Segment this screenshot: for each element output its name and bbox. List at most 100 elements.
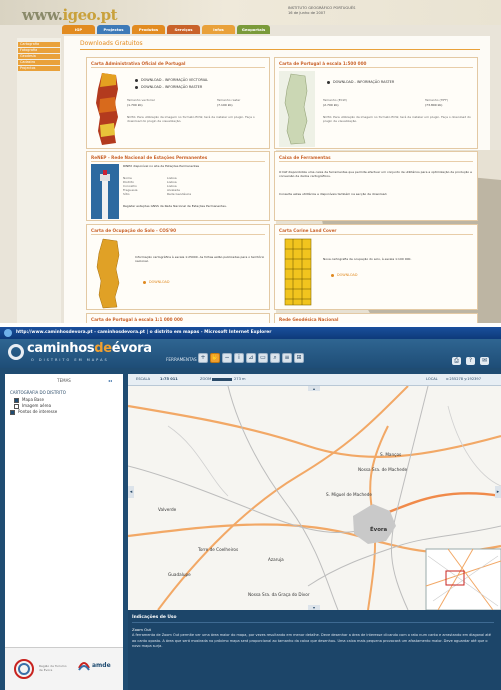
pan-icon[interactable]: ✋ bbox=[210, 353, 220, 363]
card-divider bbox=[279, 234, 473, 235]
tools-text: O IGP disponibiliza uma caixa de ferrame… bbox=[279, 170, 472, 178]
amde-logo-icon[interactable] bbox=[77, 658, 91, 672]
tab-igp[interactable]: IGP bbox=[62, 25, 95, 34]
zoom-bar bbox=[212, 378, 232, 381]
landcover-text: Nova cartografia de ocupação do solo, à … bbox=[323, 257, 412, 261]
renep-value[interactable]: Rede Geodésica bbox=[167, 192, 191, 196]
card-landcover: Carta Corine Land Cover Nova cartografia… bbox=[274, 224, 478, 310]
measure-icon[interactable]: ⊿ bbox=[246, 353, 256, 363]
card-caop: Carta Administrativa Oficial de Portugal… bbox=[86, 57, 270, 149]
card-carta-500k: Carta de Portugal à escala 1:500 000 DOW… bbox=[274, 57, 478, 149]
village-label: Nossa Sra. da Graça do Divor bbox=[248, 592, 310, 597]
evora-screenshot: http://www.caminhosdevora.pt - caminhosd… bbox=[0, 327, 501, 690]
tourism-logo-text: Região de Turismo de Évora bbox=[39, 664, 67, 672]
layer-mapa-base[interactable]: Mapa Base bbox=[14, 397, 44, 403]
logo-main: igeo.pt bbox=[62, 6, 118, 24]
layer-imagem-aerea[interactable]: Imagem aérea bbox=[14, 403, 51, 409]
village-label: Valverde bbox=[158, 507, 177, 512]
partner-logos: Região de Turismo de Évora amde bbox=[5, 647, 123, 690]
logo-subtitle: O DISTRITO EM MAPAS bbox=[31, 358, 109, 362]
logo-prefix: www. bbox=[22, 6, 63, 24]
card-title: Carta de Portugal à escala 1:1 000 000 bbox=[91, 317, 183, 322]
village-label: S. Manços bbox=[380, 452, 401, 457]
card-note: NOTA: Para utilização da imagem no forma… bbox=[323, 115, 471, 123]
cos-text: Informação cartográfica à escala 1:25000… bbox=[135, 255, 265, 263]
tab-infos[interactable]: Infos bbox=[202, 25, 235, 34]
zoom-label: ZOOM bbox=[200, 377, 212, 381]
card-title: Caixa de Ferramentas bbox=[279, 155, 331, 160]
sidebar-item-geodesia[interactable]: Geodesia bbox=[18, 54, 60, 59]
landcover-grid-map[interactable] bbox=[281, 237, 315, 307]
download-vector-link[interactable]: DOWNLOAD - INFORMAÇÃO VECTORIAL bbox=[135, 78, 208, 82]
cos-download-link[interactable]: DOWNLOAD bbox=[143, 280, 169, 284]
road-map: Évora S. Manços Valverde Torre de Coelhe… bbox=[128, 386, 501, 610]
card-divider bbox=[279, 161, 473, 162]
card-cos90: Carta de Ocupação do Solo - COS'90 Infor… bbox=[86, 224, 270, 310]
checkbox[interactable] bbox=[14, 397, 19, 403]
portugal-admin-map[interactable] bbox=[92, 71, 122, 147]
institute-info: INSTITUTO GEOGRÁFICO PORTUGUÊS 16 de Jun… bbox=[288, 6, 408, 15]
print-icon[interactable]: ⎙ bbox=[452, 357, 461, 365]
checkbox[interactable] bbox=[14, 403, 19, 409]
stat-label: Tamanho vectorial bbox=[127, 98, 155, 102]
card-note: NOTA: Para utilização da imagem no forma… bbox=[127, 115, 255, 123]
download-raster-link[interactable]: DOWNLOAD - INFORMAÇÃO RASTER bbox=[135, 85, 202, 89]
zoom-out-icon[interactable]: − bbox=[222, 353, 232, 363]
village-label: Torre de Coelheiros bbox=[197, 547, 238, 552]
print-area-icon[interactable]: ▭ bbox=[258, 353, 268, 363]
card-title: Carta Administrativa Oficial de Portugal bbox=[91, 61, 186, 66]
village-label: Nossa Sra. de Machede bbox=[358, 467, 407, 472]
stat-label: Tamanho (ECW) bbox=[323, 98, 347, 102]
sidebar-item-cadastro[interactable]: Cadastro bbox=[18, 60, 60, 65]
page-title: Downloads Gratuitos bbox=[80, 40, 143, 47]
stat-value: (2.700 kb) bbox=[323, 103, 339, 107]
window-titlebar: http://www.caminhosdevora.pt - caminhosd… bbox=[0, 327, 501, 339]
igeo-screenshot: www.igeo.pt INSTITUTO GEOGRÁFICO PORTUGU… bbox=[0, 0, 501, 323]
layers-icon[interactable]: ≡ bbox=[282, 353, 292, 363]
map-canvas[interactable]: Évora S. Manços Valverde Torre de Coelhe… bbox=[128, 386, 501, 610]
mail-icon[interactable]: ✉ bbox=[480, 357, 489, 365]
portugal-raster-map[interactable] bbox=[279, 71, 315, 147]
tab-produtos[interactable]: Produtos bbox=[132, 25, 165, 34]
overview-icon[interactable]: ⊞ bbox=[294, 353, 304, 363]
card-divider bbox=[91, 161, 265, 162]
zoom-in-icon[interactable]: + bbox=[198, 353, 208, 363]
info-icon[interactable]: i bbox=[234, 353, 244, 363]
card-renep: ReNEP - Rede Nacional de Estações Perman… bbox=[86, 151, 270, 221]
pan-right-icon[interactable]: ▸ bbox=[495, 486, 501, 498]
checkbox[interactable] bbox=[10, 409, 15, 415]
amde-logo-text: amde bbox=[92, 662, 111, 669]
igeo-logo[interactable]: www.igeo.pt bbox=[22, 6, 118, 24]
tab-geoportais[interactable]: Geoportais bbox=[237, 25, 270, 34]
card-divider bbox=[279, 67, 473, 68]
pan-left-icon[interactable]: ◂ bbox=[128, 486, 134, 498]
sidebar-item-projectos[interactable]: Projectos bbox=[18, 66, 60, 71]
search-icon[interactable]: ⌕ bbox=[270, 353, 280, 363]
scale-bar: ESCALA 1:75 011 ZOOM 273 m LOCAL x:25527… bbox=[128, 374, 501, 386]
card-title: ReNEP - Rede Nacional de Estações Perman… bbox=[91, 155, 208, 160]
coords-label: LOCAL bbox=[426, 377, 438, 381]
title-divider bbox=[80, 49, 480, 50]
sidebar-item-fotografia[interactable]: Fotografia bbox=[18, 48, 60, 53]
browser-icon bbox=[4, 329, 12, 337]
tab-servicos[interactable]: Serviços bbox=[167, 25, 200, 34]
stat-label: Tamanho (TIFF) bbox=[425, 98, 449, 102]
pan-up-icon[interactable]: ▴ bbox=[308, 386, 320, 391]
landcover-download-link[interactable]: DOWNLOAD bbox=[331, 273, 357, 277]
village-label: Guadalupe bbox=[168, 572, 191, 577]
download-raster-link[interactable]: DOWNLOAD - INFORMAÇÃO RASTER bbox=[327, 80, 394, 84]
tools-label: FERRAMENTAS bbox=[166, 357, 197, 362]
themes-panel bbox=[5, 374, 123, 690]
tab-projectos[interactable]: Projectos bbox=[97, 25, 130, 34]
evora-logo[interactable]: caminhosdeévora bbox=[27, 341, 152, 356]
card-title: Rede Geodésica Nacional bbox=[279, 317, 339, 322]
card-title: Carta de Portugal à escala 1:500 000 bbox=[279, 61, 367, 66]
help-icon[interactable]: ? bbox=[466, 357, 475, 365]
sidebar-item-cartografia[interactable]: Cartografia bbox=[18, 42, 60, 47]
layer-pontos-interesse[interactable]: Pontos de interesse bbox=[10, 409, 57, 415]
collapse-icon[interactable]: ◂◂ bbox=[108, 378, 112, 383]
igeo-sidebar: Cartografia Fotografia Geodesia Cadastro… bbox=[17, 38, 61, 323]
tourism-logo-icon[interactable] bbox=[13, 658, 35, 680]
cos90-map[interactable] bbox=[93, 237, 123, 309]
gnss-station-photo bbox=[91, 164, 119, 219]
